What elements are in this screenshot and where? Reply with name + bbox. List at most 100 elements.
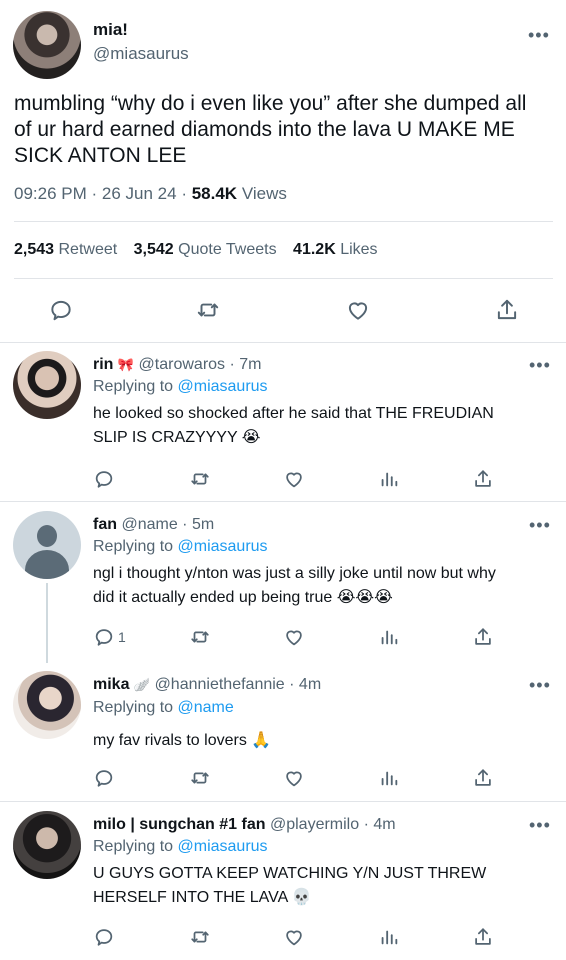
retweet-icon[interactable] bbox=[188, 468, 212, 490]
reply-display-name[interactable]: mika bbox=[93, 676, 129, 693]
replying-to-link[interactable]: @miasaurus bbox=[178, 538, 268, 555]
reply-icon[interactable] bbox=[93, 926, 115, 948]
quote-stat[interactable]: 3,542 Quote Tweets bbox=[134, 241, 281, 258]
reply-display-name[interactable]: rin bbox=[93, 356, 113, 373]
reply-header: milo | sungchan #1 fan @playermilo · 4m bbox=[93, 816, 396, 834]
reply-age[interactable]: 4m bbox=[373, 816, 395, 833]
more-icon[interactable]: ••• bbox=[529, 676, 551, 694]
quote-label: Quote Tweets bbox=[178, 241, 277, 258]
analytics-icon[interactable] bbox=[378, 626, 400, 648]
reply-age[interactable]: 5m bbox=[192, 516, 214, 533]
reply-icon[interactable] bbox=[93, 626, 115, 648]
main-tweet-line: SICK ANTON LEE bbox=[14, 144, 187, 167]
share-icon[interactable] bbox=[472, 626, 494, 648]
reply-handle[interactable]: @tarowaros bbox=[139, 356, 226, 373]
reply-handle[interactable]: @hanniethefannie bbox=[155, 676, 285, 693]
divider bbox=[0, 501, 566, 502]
reply-text: ngl i thought y/nton was just a silly jo… bbox=[93, 562, 496, 610]
main-tweet-text: mumbling “why do i even like you” after … bbox=[14, 91, 526, 169]
main-tweet-line: mumbling “why do i even like you” after … bbox=[14, 92, 527, 115]
more-icon[interactable]: ••• bbox=[529, 816, 551, 834]
main-avatar[interactable] bbox=[13, 11, 81, 79]
separator-dot: · bbox=[289, 676, 295, 693]
main-tweet-line: of ur hard earned diamonds into the lava… bbox=[14, 118, 515, 141]
replying-to-link[interactable]: @miasaurus bbox=[178, 838, 268, 855]
tweet-time[interactable]: 09:26 PM bbox=[14, 184, 87, 203]
separator-dot: · bbox=[363, 816, 369, 833]
reply-display-name[interactable]: fan bbox=[93, 516, 117, 533]
reply-line: he looked so shocked after he said that … bbox=[93, 405, 494, 422]
reply-avatar[interactable] bbox=[13, 511, 81, 579]
replying-to-prefix: Replying to bbox=[93, 538, 174, 555]
more-icon[interactable]: ••• bbox=[529, 516, 551, 534]
divider bbox=[0, 342, 566, 343]
divider bbox=[14, 278, 553, 279]
share-icon[interactable] bbox=[472, 468, 494, 490]
tweet-date[interactable]: 26 Jun 24 bbox=[102, 184, 177, 203]
replying-to-link[interactable]: @miasaurus bbox=[178, 378, 268, 395]
timestamp-row: 09:26 PM · 26 Jun 24 · 58.4K Views bbox=[14, 184, 287, 204]
reply-header: fan @name · 5m bbox=[93, 516, 214, 534]
separator-dot: · bbox=[181, 184, 192, 203]
likes-label: Likes bbox=[340, 241, 378, 258]
reply-line: my fav rivals to lovers 🙏 bbox=[93, 732, 272, 749]
divider bbox=[14, 221, 553, 222]
retweet-label: Retweet bbox=[58, 241, 118, 258]
like-icon[interactable] bbox=[282, 626, 306, 648]
stats-row: 2,543 Retweet 3,542 Quote Tweets 41.2K L… bbox=[14, 241, 378, 259]
default-avatar-body bbox=[25, 550, 69, 579]
reply-display-name[interactable]: milo | sungchan #1 fan bbox=[93, 816, 266, 833]
reply-count: 1 bbox=[118, 629, 126, 645]
reply-line: HERSELF INTO THE LAVA 💀 bbox=[93, 889, 312, 906]
separator-dot: · bbox=[91, 184, 102, 203]
reply-icon[interactable] bbox=[48, 297, 74, 323]
retweet-icon[interactable] bbox=[188, 926, 212, 948]
reply-line: did it actually ended up being true 😭😭😭 bbox=[93, 589, 393, 606]
reply-icon[interactable] bbox=[93, 767, 115, 789]
retweet-stat[interactable]: 2,543 Retweet bbox=[14, 241, 122, 258]
quote-count: 3,542 bbox=[133, 241, 174, 258]
more-icon[interactable]: ••• bbox=[529, 356, 551, 374]
main-display-name[interactable]: mia! bbox=[93, 20, 128, 40]
reply-age[interactable]: 4m bbox=[299, 676, 321, 693]
reply-icon[interactable] bbox=[93, 468, 115, 490]
thread-line bbox=[46, 583, 48, 663]
more-icon[interactable]: ••• bbox=[528, 26, 550, 44]
likes-stat[interactable]: 41.2K Likes bbox=[293, 241, 378, 258]
replying-to-line: Replying to @miasaurus bbox=[93, 838, 268, 856]
retweet-icon[interactable] bbox=[188, 767, 212, 789]
analytics-icon[interactable] bbox=[378, 926, 400, 948]
replying-to-line: Replying to @miasaurus bbox=[93, 378, 268, 396]
reply-handle[interactable]: @playermilo bbox=[270, 816, 359, 833]
like-icon[interactable] bbox=[282, 926, 306, 948]
retweet-icon[interactable] bbox=[188, 626, 212, 648]
reply-handle[interactable]: @name bbox=[121, 516, 177, 533]
main-handle[interactable]: @miasaurus bbox=[93, 44, 189, 64]
retweet-icon[interactable] bbox=[194, 297, 222, 323]
reply-avatar[interactable] bbox=[13, 671, 81, 739]
like-icon[interactable] bbox=[344, 297, 372, 323]
reply-avatar[interactable] bbox=[13, 351, 81, 419]
share-icon[interactable] bbox=[472, 926, 494, 948]
replying-to-prefix: Replying to bbox=[93, 699, 174, 716]
name-emoji: 🪽 bbox=[133, 677, 151, 692]
replying-to-prefix: Replying to bbox=[93, 378, 174, 395]
replying-to-line: Replying to @miasaurus bbox=[93, 538, 268, 556]
share-icon[interactable] bbox=[472, 767, 494, 789]
analytics-icon[interactable] bbox=[378, 767, 400, 789]
views-label: Views bbox=[241, 184, 287, 203]
reply-age[interactable]: 7m bbox=[239, 356, 261, 373]
like-icon[interactable] bbox=[282, 468, 306, 490]
reply-avatar[interactable] bbox=[13, 811, 81, 879]
analytics-icon[interactable] bbox=[378, 468, 400, 490]
reply-text: my fav rivals to lovers 🙏 bbox=[93, 729, 271, 753]
reply-text: U GUYS GOTTA KEEP WATCHING Y/N JUST THRE… bbox=[93, 862, 486, 910]
retweet-count: 2,543 bbox=[14, 241, 55, 258]
replying-to-prefix: Replying to bbox=[93, 838, 174, 855]
separator-dot: · bbox=[182, 516, 188, 533]
share-icon[interactable] bbox=[494, 297, 520, 323]
replying-to-link[interactable]: @name bbox=[178, 699, 234, 716]
reply-header: rin 🎀 @tarowaros · 7m bbox=[93, 356, 262, 374]
likes-count: 41.2K bbox=[293, 241, 336, 258]
like-icon[interactable] bbox=[282, 767, 306, 789]
